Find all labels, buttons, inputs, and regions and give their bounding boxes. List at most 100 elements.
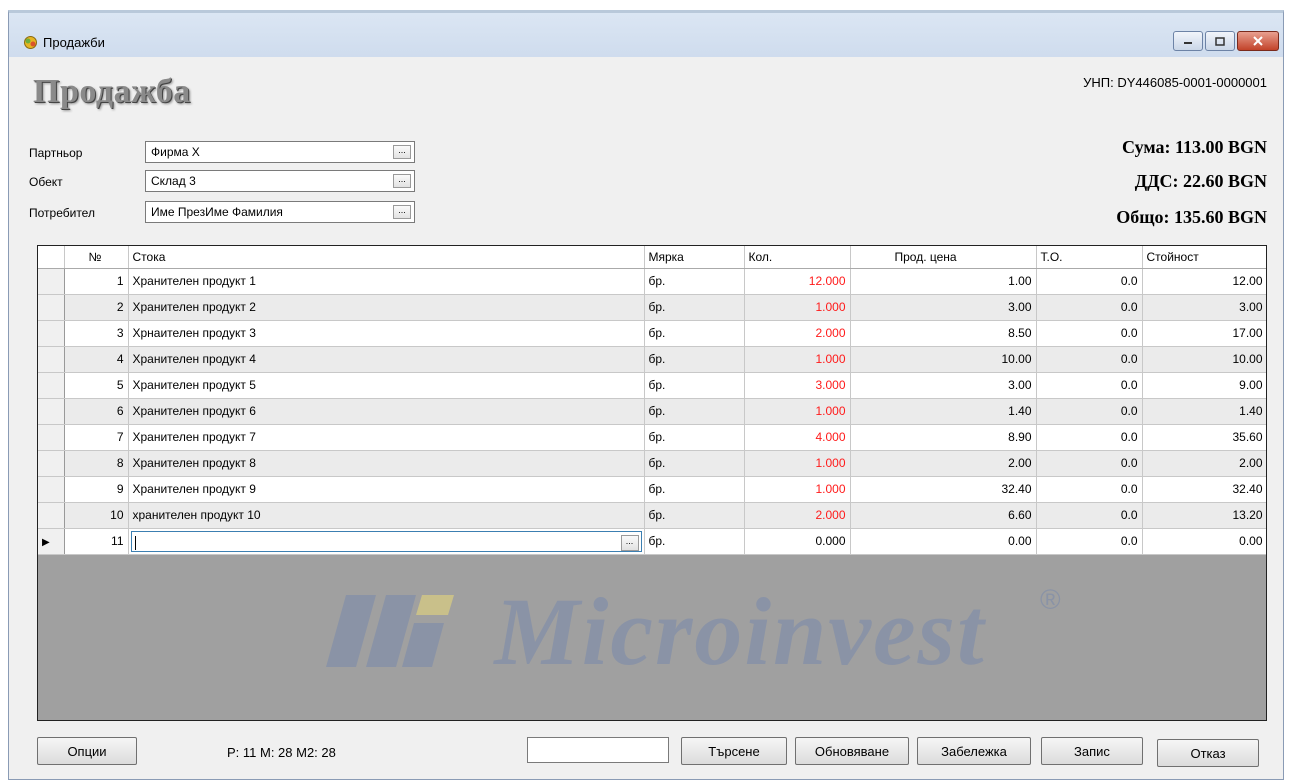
item-browse-button[interactable]: ... [620, 534, 639, 551]
table-row[interactable]: 5 Хранителен продукт 5 бр. 3.000 3.00 0.0 9.00 [38, 372, 1266, 399]
cell-price[interactable]: 10.00 [850, 346, 1037, 373]
save-button[interactable]: Запис [1041, 737, 1143, 765]
cell-price[interactable]: 3.00 [850, 372, 1037, 399]
cell-qty[interactable]: 4.000 [744, 424, 851, 451]
cell-item[interactable]: Хрнаителен продукт 3 [128, 320, 645, 347]
col-header-no[interactable]: № [64, 246, 129, 269]
items-grid[interactable]: № Стока Мярка Кол. Прод. цена Т.О. Стойн… [37, 245, 1267, 721]
cell-no[interactable]: 9 [64, 476, 129, 503]
row-selector[interactable] [38, 268, 65, 295]
user-browse-button[interactable]: ... [393, 205, 411, 219]
object-field[interactable]: Склад 3 ... [145, 170, 415, 192]
row-selector-current[interactable]: ▶ [38, 528, 65, 555]
cell-value[interactable]: 32.40 [1142, 476, 1266, 503]
table-row-current[interactable]: ▶ 11 ... бр. 0.000 0.00 0.0 0.00 [38, 528, 1266, 555]
cell-qty[interactable]: 3.000 [744, 372, 851, 399]
title-bar[interactable]: Продажби [9, 13, 1283, 57]
cell-value[interactable]: 35.60 [1142, 424, 1266, 451]
cell-price[interactable]: 6.60 [850, 502, 1037, 529]
cell-price[interactable]: 2.00 [850, 450, 1037, 477]
cell-qty[interactable]: 1.000 [744, 398, 851, 425]
cell-unit[interactable]: бр. [644, 320, 745, 347]
cell-unit[interactable]: бр. [644, 372, 745, 399]
cell-no[interactable]: 8 [64, 450, 129, 477]
cell-to[interactable]: 0.0 [1036, 294, 1143, 321]
col-header-to[interactable]: Т.О. [1036, 246, 1143, 269]
partner-browse-button[interactable]: ... [393, 145, 411, 159]
cell-value[interactable]: 17.00 [1142, 320, 1266, 347]
cell-value[interactable]: 3.00 [1142, 294, 1266, 321]
cell-no[interactable]: 3 [64, 320, 129, 347]
row-selector[interactable] [38, 372, 65, 399]
user-field[interactable]: Име ПрезИме Фамилия ... [145, 201, 415, 223]
table-row[interactable]: 4 Хранителен продукт 4 бр. 1.000 10.00 0.0 10.… [38, 346, 1266, 373]
close-button[interactable] [1237, 31, 1279, 51]
table-row[interactable]: 6 Хранителен продукт 6 бр. 1.000 1.40 0.0 1.40 [38, 398, 1266, 425]
cell-to[interactable]: 0.0 [1036, 476, 1143, 503]
cell-unit[interactable]: бр. [644, 450, 745, 477]
cell-no[interactable]: 10 [64, 502, 129, 529]
cell-item[interactable]: Хранителен продукт 7 [128, 424, 645, 451]
cell-price[interactable]: 32.40 [850, 476, 1037, 503]
maximize-button[interactable] [1205, 31, 1235, 51]
row-selector[interactable] [38, 346, 65, 373]
object-browse-button[interactable]: ... [393, 174, 411, 188]
cell-item[interactable]: Хранителен продукт 2 [128, 294, 645, 321]
cell-unit[interactable]: бр. [644, 398, 745, 425]
cell-value[interactable]: 13.20 [1142, 502, 1266, 529]
cell-no[interactable]: 2 [64, 294, 129, 321]
row-selector[interactable] [38, 502, 65, 529]
cell-qty[interactable]: 1.000 [744, 346, 851, 373]
cell-to[interactable]: 0.0 [1036, 502, 1143, 529]
cell-item[interactable]: Хранителен продукт 9 [128, 476, 645, 503]
cell-item[interactable]: Хранителен продукт 4 [128, 346, 645, 373]
cell-value[interactable]: 10.00 [1142, 346, 1266, 373]
cell-no[interactable]: 6 [64, 398, 129, 425]
cell-unit[interactable]: бр. [644, 346, 745, 373]
minimize-button[interactable] [1173, 31, 1203, 51]
cell-price[interactable]: 0.00 [850, 528, 1037, 555]
cell-price[interactable]: 1.00 [850, 268, 1037, 295]
row-selector[interactable] [38, 294, 65, 321]
cell-to[interactable]: 0.0 [1036, 372, 1143, 399]
cell-to[interactable]: 0.0 [1036, 528, 1143, 555]
options-button[interactable]: Опции [37, 737, 137, 765]
cell-item[interactable]: Хранителен продукт 8 [128, 450, 645, 477]
partner-field[interactable]: Фирма Х ... [145, 141, 415, 163]
cell-price[interactable]: 3.00 [850, 294, 1037, 321]
cell-item[interactable]: Хранителен продукт 6 [128, 398, 645, 425]
cell-item-editor[interactable]: ... [128, 528, 645, 555]
row-selector[interactable] [38, 320, 65, 347]
cell-no[interactable]: 1 [64, 268, 129, 295]
table-row[interactable]: 7 Хранителен продукт 7 бр. 4.000 8.90 0.0 35.6… [38, 424, 1266, 451]
cell-qty[interactable]: 1.000 [744, 450, 851, 477]
cell-price[interactable]: 8.50 [850, 320, 1037, 347]
refresh-button[interactable]: Обновяване [795, 737, 909, 765]
col-header-qty[interactable]: Кол. [744, 246, 851, 269]
cell-qty[interactable]: 2.000 [744, 502, 851, 529]
cell-qty[interactable]: 12.000 [744, 268, 851, 295]
cell-no[interactable]: 5 [64, 372, 129, 399]
row-selector[interactable] [38, 424, 65, 451]
row-selector[interactable] [38, 398, 65, 425]
cell-price[interactable]: 1.40 [850, 398, 1037, 425]
cell-qty[interactable]: 1.000 [744, 294, 851, 321]
row-selector[interactable] [38, 476, 65, 503]
table-row[interactable]: 10 хранителен продукт 10 бр. 2.000 6.60 0.0 13… [38, 502, 1266, 529]
cell-unit[interactable]: бр. [644, 294, 745, 321]
cell-value[interactable]: 9.00 [1142, 372, 1266, 399]
table-row[interactable]: 1 Хранителен продукт 1 бр. 12.000 1.00 0.0 12.… [38, 268, 1266, 295]
cell-unit[interactable]: бр. [644, 528, 745, 555]
search-button[interactable]: Търсене [681, 737, 787, 765]
col-header-value[interactable]: Стойност [1142, 246, 1266, 269]
table-row[interactable]: 8 Хранителен продукт 8 бр. 1.000 2.00 0.0 2.00 [38, 450, 1266, 477]
cell-qty[interactable]: 2.000 [744, 320, 851, 347]
cell-to[interactable]: 0.0 [1036, 424, 1143, 451]
cell-value[interactable]: 0.00 [1142, 528, 1266, 555]
cell-price[interactable]: 8.90 [850, 424, 1037, 451]
cell-no[interactable]: 7 [64, 424, 129, 451]
cell-value[interactable]: 1.40 [1142, 398, 1266, 425]
table-row[interactable]: 2 Хранителен продукт 2 бр. 1.000 3.00 0.0 3.00 [38, 294, 1266, 321]
cell-to[interactable]: 0.0 [1036, 450, 1143, 477]
cell-no[interactable]: 4 [64, 346, 129, 373]
